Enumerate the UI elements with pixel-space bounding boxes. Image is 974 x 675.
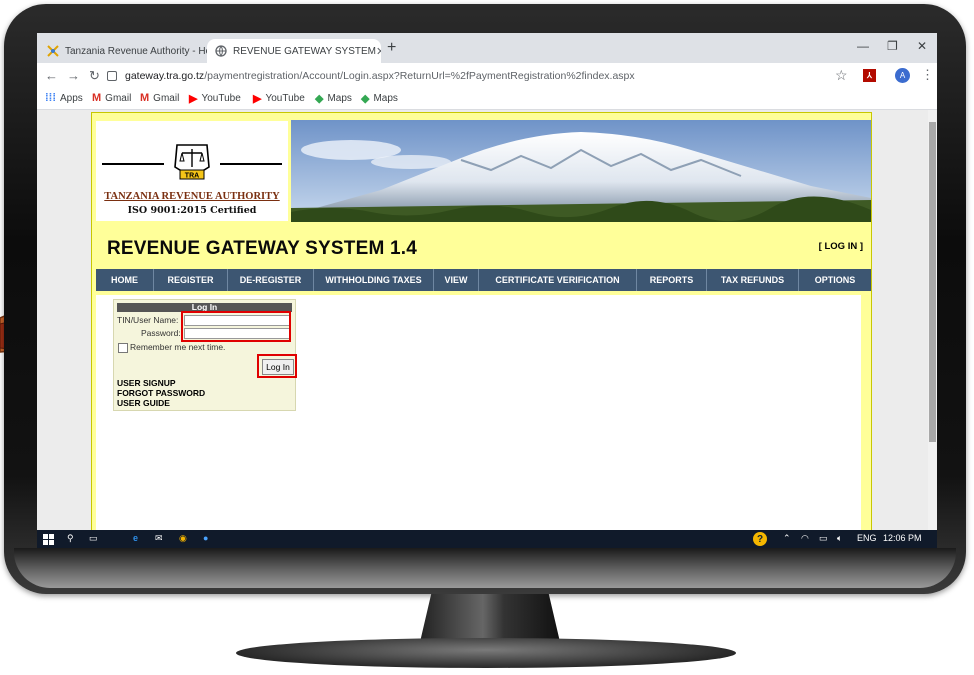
logo-rule-left [102, 163, 164, 165]
windows-start-icon[interactable] [43, 534, 54, 545]
user-guide-link[interactable]: USER GUIDE [117, 398, 170, 408]
screen: Tanzania Revenue Authority - Ho ✕ REVENU… [37, 33, 937, 548]
menu-de-register[interactable]: DE-REGISTER [228, 269, 314, 291]
user-signup-link[interactable]: USER SIGNUP [117, 378, 176, 388]
menu-reports[interactable]: REPORTS [637, 269, 707, 291]
language-indicator[interactable]: ENG [857, 533, 877, 543]
gmail-icon: M [92, 92, 102, 104]
stage: Tanzania Revenue Authority - Ho ✕ REVENU… [0, 0, 974, 675]
minimize-icon[interactable]: — [857, 39, 869, 53]
new-tab-button[interactable]: + [387, 39, 396, 57]
lock-icon [107, 71, 117, 81]
chrome-icon[interactable]: ◉ [179, 533, 187, 544]
gmail-icon: M [140, 92, 150, 104]
close-window-icon[interactable]: ✕ [917, 39, 927, 53]
globe-icon [215, 45, 227, 57]
forgot-password-link[interactable]: FORGOT PASSWORD [117, 388, 205, 398]
menu-view[interactable]: VIEW [434, 269, 479, 291]
browser-tab-bar: Tanzania Revenue Authority - Ho ✕ REVENU… [37, 33, 937, 63]
url-host: gateway.tra.go.tz [125, 70, 205, 82]
battery-icon[interactable]: ▭ [819, 533, 828, 544]
edge-icon[interactable]: e [133, 533, 138, 543]
bookmarks-bar: ⁞⁞⁞ Apps M Gmail M Gmail ▶ YouTube ▶ YouTube … [37, 89, 937, 110]
menu-home[interactable]: HOME [96, 269, 154, 291]
emblem-label: TRA [185, 173, 199, 180]
address-bar[interactable]: gateway.tra.go.tz/paymentregistration/Ac… [107, 66, 827, 86]
menu-options[interactable]: OPTIONS [799, 269, 871, 291]
bookmark-star-icon[interactable]: ☆ [835, 67, 848, 84]
help-icon[interactable]: ? [753, 532, 767, 546]
reload-icon[interactable]: ↻ [89, 68, 100, 84]
bookmark-youtube[interactable]: ▶ YouTube [253, 92, 305, 105]
menu-withholding-taxes[interactable]: WITHHOLDING TAXES [314, 269, 434, 291]
tra-site-container: TRA TANZANIA REVENUE AUTHORITY ISO 9001:… [91, 112, 872, 533]
monitor-stand [236, 638, 736, 668]
tab-title: REVENUE GATEWAY SYSTEM [233, 45, 376, 57]
apps-grid-icon: ⁞⁞⁞ [45, 92, 56, 104]
page-viewport: TRA TANZANIA REVENUE AUTHORITY ISO 9001:… [37, 110, 937, 533]
page-scrollbar[interactable] [928, 110, 937, 530]
back-icon[interactable]: ← [45, 68, 58, 83]
restore-icon[interactable]: ❐ [887, 39, 898, 53]
tra-logo: TRA TANZANIA REVENUE AUTHORITY ISO 9001:… [96, 121, 288, 221]
clock[interactable]: 12:06 PM [883, 533, 922, 543]
app-icon[interactable]: ● [203, 533, 208, 543]
tab-tra-home[interactable]: Tanzania Revenue Authority - Ho ✕ [39, 39, 207, 63]
youtube-icon: ▶ [189, 93, 198, 105]
browser-toolbar: ← → ↻ gateway.tra.go.tz/paymentregistrat… [37, 63, 937, 89]
maps-pin-icon: ◆ [315, 93, 324, 105]
forward-icon[interactable]: → [67, 68, 80, 83]
monitor-chin [14, 548, 956, 588]
bookmark-maps[interactable]: ◆ Maps [361, 92, 398, 105]
acrobat-extension-icon[interactable]: ⅄ [863, 69, 876, 82]
tra-favicon-icon [47, 45, 59, 57]
mail-icon[interactable]: ✉ [155, 533, 163, 544]
system-title: REVENUE GATEWAY SYSTEM 1.4 [107, 238, 417, 259]
remember-me-label: Remember me next time. [130, 342, 226, 352]
iso-certification: ISO 9001:2015 Certified [127, 205, 257, 216]
scrollbar-thumb[interactable] [929, 122, 936, 442]
password-label: Password: [141, 328, 181, 338]
bookmark-youtube[interactable]: ▶ YouTube [189, 92, 241, 105]
youtube-icon: ▶ [253, 93, 262, 105]
chevron-up-icon[interactable]: ⌃ [783, 533, 791, 544]
authority-name: TANZANIA REVENUE AUTHORITY [104, 191, 280, 202]
login-panel: Log In TIN/User Name: Password: Remember… [113, 299, 297, 411]
content-area: Log In TIN/User Name: Password: Remember… [96, 295, 861, 533]
wifi-icon[interactable]: ◠ [801, 533, 809, 544]
login-button-highlight-box [257, 354, 297, 378]
username-label: TIN/User Name: [117, 315, 179, 325]
kilimanjaro-banner-image [291, 120, 871, 222]
url-path: /paymentregistration/Account/Login.aspx?… [204, 70, 635, 82]
profile-avatar[interactable]: A [895, 68, 910, 83]
search-icon[interactable]: ⚲ [67, 533, 74, 544]
tab-title: Tanzania Revenue Authority - Ho [65, 45, 207, 57]
menu-register[interactable]: REGISTER [154, 269, 228, 291]
tra-emblem-icon: TRA [174, 144, 210, 180]
credentials-highlight-box [181, 311, 291, 342]
logo-rule-right [220, 163, 282, 165]
volume-icon[interactable]: 🔈︎ [837, 533, 842, 544]
menu-tax-refunds[interactable]: TAX REFUNDS [707, 269, 799, 291]
bookmark-gmail[interactable]: M Gmail [140, 92, 179, 104]
remember-me-checkbox[interactable] [118, 343, 128, 353]
maps-pin-icon: ◆ [361, 93, 370, 105]
bookmark-maps[interactable]: ◆ Maps [315, 92, 352, 105]
tab-revenue-gateway[interactable]: REVENUE GATEWAY SYSTEM ✕ [207, 39, 381, 63]
windows-taskbar: ⚲ ▭ e ✉ ◉ ● ? ⌃ ◠ ▭ 🔈︎ ENG 12:06 PM [37, 530, 937, 548]
monitor-neck [420, 594, 560, 642]
menu-kebab-icon[interactable]: ⋮ [921, 67, 934, 83]
bookmark-gmail[interactable]: M Gmail [92, 92, 131, 104]
menu-certificate-verification[interactable]: CERTIFICATE VERIFICATION [479, 269, 637, 291]
bookmark-apps[interactable]: ⁞⁞⁞ Apps [45, 92, 83, 104]
main-menu: HOME REGISTER DE-REGISTER WITHHOLDING TA… [96, 269, 871, 291]
header-login-link[interactable]: [ LOG IN ] [819, 241, 863, 252]
task-view-icon[interactable]: ▭ [89, 533, 98, 544]
close-tab-icon[interactable]: ✕ [376, 45, 381, 58]
